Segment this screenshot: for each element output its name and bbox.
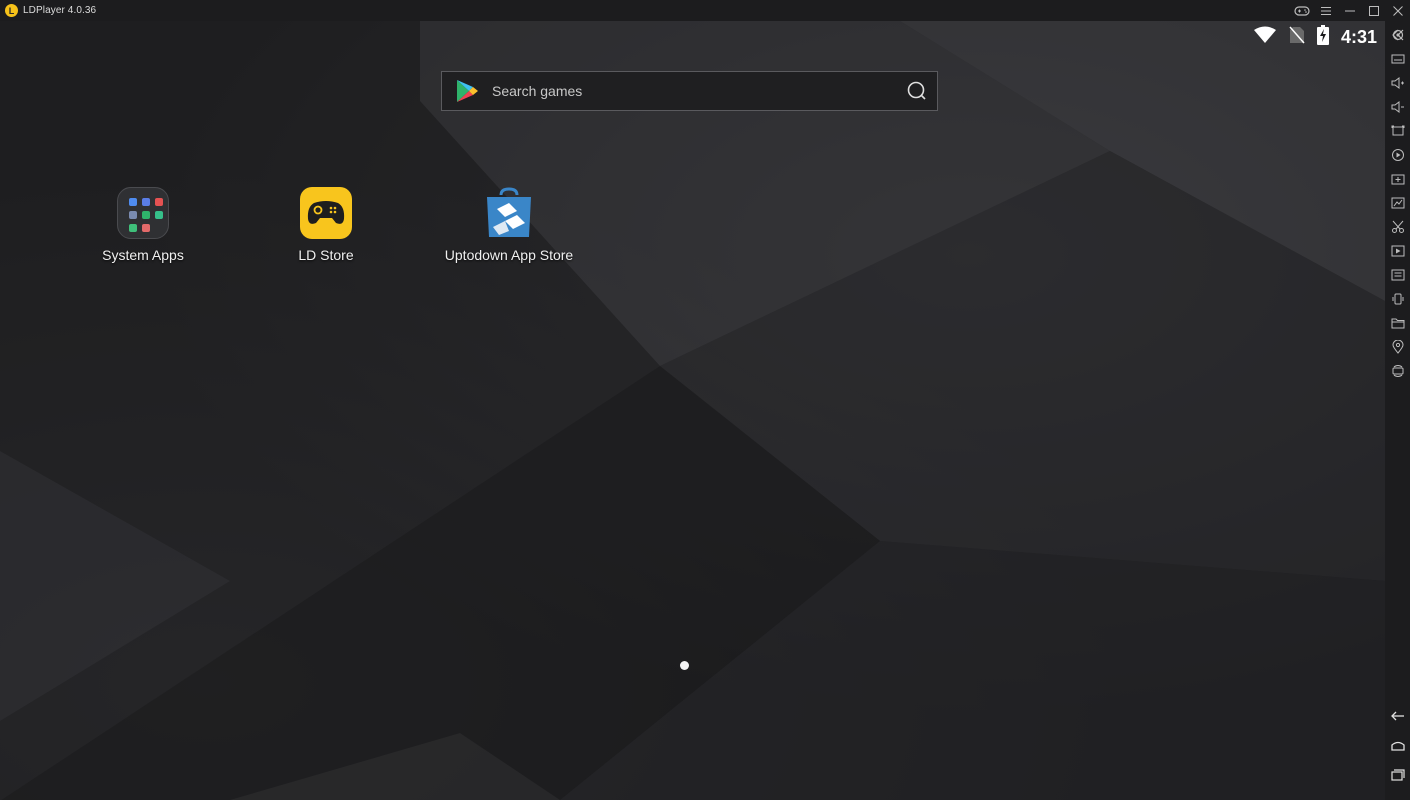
scissors-icon[interactable] xyxy=(1389,218,1406,235)
volume-down-icon[interactable] xyxy=(1389,98,1406,115)
rotate-icon[interactable] xyxy=(1389,362,1406,379)
app-ld-store[interactable]: LD Store xyxy=(256,187,396,263)
search-input[interactable] xyxy=(490,71,905,111)
fullscreen-icon[interactable] xyxy=(1389,122,1406,139)
home-icon[interactable] xyxy=(1389,737,1406,754)
keyboard-icon[interactable] xyxy=(1389,50,1406,67)
no-sim-icon xyxy=(1289,26,1305,49)
android-home-screen[interactable]: 4:31 System Apps xyxy=(0,21,1385,800)
ld-store-icon xyxy=(300,187,352,239)
title-bar: L LDPlayer 4.0.36 xyxy=(0,0,1410,21)
window-title: LDPlayer 4.0.36 xyxy=(23,5,97,16)
back-icon[interactable] xyxy=(1389,707,1406,724)
menu-icon[interactable] xyxy=(1314,0,1338,21)
add-apk-icon[interactable] xyxy=(1389,170,1406,187)
page-indicator-dot xyxy=(680,661,689,670)
window-controls xyxy=(1290,0,1410,21)
ldplayer-logo-icon: L xyxy=(5,4,18,17)
google-play-icon xyxy=(457,80,478,102)
screen-record-icon[interactable] xyxy=(1389,146,1406,163)
close-icon[interactable] xyxy=(1386,0,1410,21)
location-icon[interactable] xyxy=(1389,338,1406,355)
wallpaper xyxy=(0,21,1385,800)
clock: 4:31 xyxy=(1340,26,1377,47)
recent-apps-icon[interactable] xyxy=(1389,766,1406,783)
volume-up-icon[interactable] xyxy=(1389,74,1406,91)
gamepad-icon[interactable] xyxy=(1290,0,1314,21)
shake-icon[interactable] xyxy=(1389,290,1406,307)
status-bar: 4:31 xyxy=(1253,24,1377,50)
settings-icon[interactable] xyxy=(1389,26,1406,43)
search-icon[interactable] xyxy=(905,80,927,102)
wifi-icon xyxy=(1253,26,1277,49)
screenshot-icon[interactable] xyxy=(1389,194,1406,211)
battery-charging-icon xyxy=(1316,24,1329,50)
app-label: Uptodown App Store xyxy=(444,247,574,263)
app-uptodown[interactable]: Uptodown App Store xyxy=(439,187,579,263)
app-label: LD Store xyxy=(298,247,354,263)
app-system-apps[interactable]: System Apps xyxy=(73,187,213,263)
maximize-icon[interactable] xyxy=(1362,0,1386,21)
search-bar[interactable] xyxy=(441,71,938,111)
uptodown-icon xyxy=(483,187,535,239)
minimize-icon[interactable] xyxy=(1338,0,1362,21)
right-toolbar-tools xyxy=(1385,21,1410,800)
video-icon[interactable] xyxy=(1389,242,1406,259)
folder-icon[interactable] xyxy=(1389,314,1406,331)
operation-record-icon[interactable] xyxy=(1389,266,1406,283)
app-label: System Apps xyxy=(102,247,184,263)
system-apps-folder-icon xyxy=(117,187,169,239)
